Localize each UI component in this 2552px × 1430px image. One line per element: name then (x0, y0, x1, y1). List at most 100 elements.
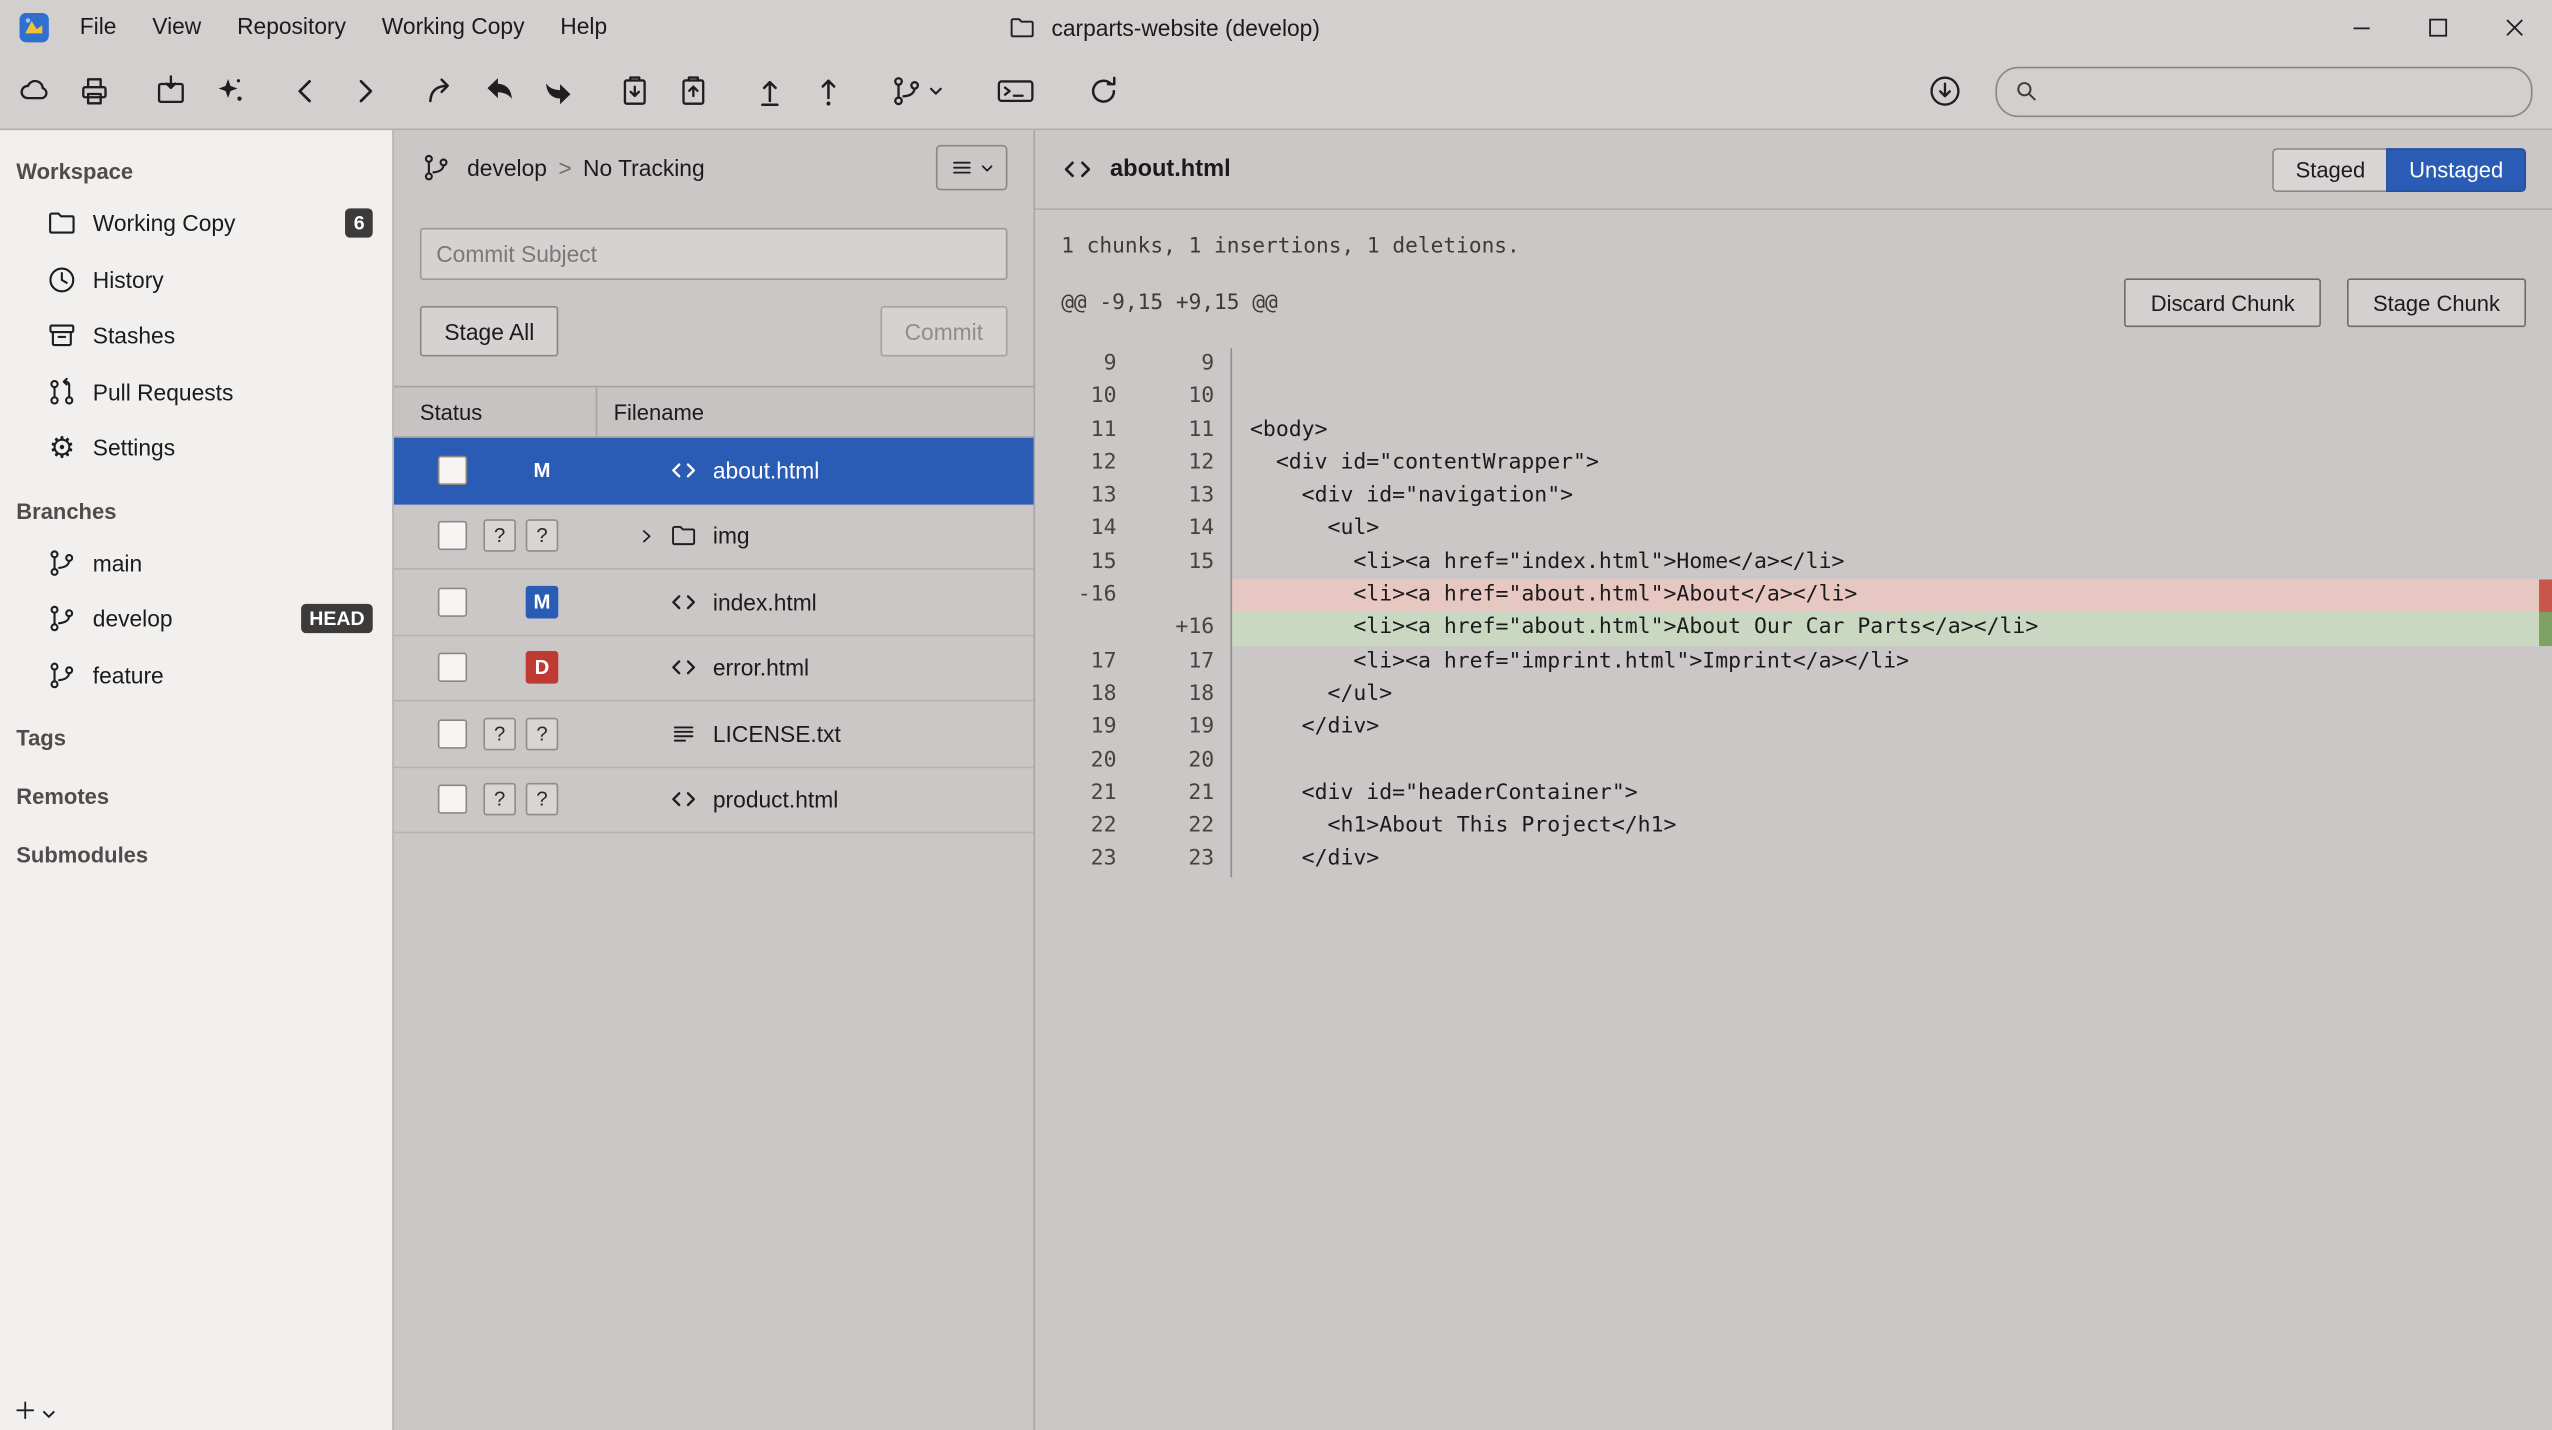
stage-checkbox[interactable] (438, 653, 467, 682)
menu-item[interactable]: View (134, 0, 219, 54)
menu-item[interactable]: File (62, 0, 135, 54)
pull-button[interactable] (470, 63, 529, 118)
folder-icon (669, 521, 698, 550)
status-badge: ? (526, 783, 559, 816)
add-repository-button[interactable] (13, 1398, 57, 1422)
expand-chevron-icon[interactable] (633, 525, 659, 546)
file-name: error.html (713, 655, 809, 681)
submodules-header[interactable]: Submodules (0, 820, 392, 879)
search-box[interactable] (1995, 66, 2532, 116)
refresh-button[interactable] (1074, 63, 1133, 118)
toolbar (0, 54, 2552, 130)
file-cell: error.html (610, 636, 1033, 700)
new-line-number: 21 (1126, 778, 1230, 811)
sidebar-branch-item[interactable]: feature (0, 647, 392, 703)
forward-button[interactable] (335, 63, 394, 118)
sidebar-item[interactable]: Working Copy 6 (0, 195, 392, 251)
file-row[interactable]: M index.html (394, 570, 1034, 636)
chunk-header: @@ -9,15 +9,15 @@ (1061, 291, 1278, 315)
new-line-number: 18 (1126, 679, 1230, 712)
chevron-right-icon (347, 73, 383, 109)
push-all-button[interactable] (799, 63, 858, 118)
terminal-button[interactable] (975, 63, 1056, 118)
diff-line-text: <body> (1230, 414, 2552, 447)
checkout-button[interactable] (412, 63, 471, 118)
sidebar-item[interactable]: Stashes (0, 308, 392, 364)
file-row[interactable]: D error.html (394, 636, 1034, 702)
branch-menu-button[interactable] (876, 63, 957, 118)
menu-item[interactable]: Repository (219, 0, 364, 54)
push-button[interactable] (741, 63, 800, 118)
maximize-button[interactable] (2399, 0, 2475, 54)
tracking-status: No Tracking (583, 155, 705, 181)
diff-line-text (1230, 348, 2552, 381)
window-title-text: carparts-website (develop) (1051, 14, 1320, 40)
diff-line: 17 17 <li><a href="imprint.html">Imprint… (1035, 646, 2552, 679)
branch-name: develop (93, 606, 287, 632)
count-badge: 6 (346, 209, 373, 238)
diff-line-text: <div id="headerContainer"> (1230, 778, 2552, 811)
sparkle-icon (212, 73, 248, 109)
sidebar-item[interactable]: Pull Requests (0, 364, 392, 420)
current-branch: develop (467, 155, 547, 181)
print-button[interactable] (65, 63, 124, 118)
discard-chunk-button[interactable]: Discard Chunk (2125, 278, 2321, 327)
code-file-icon (669, 785, 698, 814)
cloud-button[interactable] (7, 63, 66, 118)
head-badge: HEAD (301, 604, 373, 633)
staged-tab[interactable]: Staged (2273, 147, 2387, 191)
old-line-number: 23 (1035, 844, 1126, 877)
arrow-up-base-icon (752, 73, 788, 109)
minimize-button[interactable] (2323, 0, 2399, 54)
menu-item[interactable]: Help (542, 0, 625, 54)
stage-checkbox[interactable] (438, 455, 467, 484)
stage-all-button[interactable]: Stage All (420, 306, 559, 356)
menu-item[interactable]: Working Copy (364, 0, 543, 54)
fetch-button[interactable] (1916, 63, 1975, 118)
list-options-button[interactable] (936, 145, 1008, 191)
back-button[interactable] (277, 63, 336, 118)
new-line-number: 13 (1126, 480, 1230, 513)
status-badge: ? (483, 717, 516, 750)
file-row[interactable]: ? ? product.html (394, 767, 1034, 833)
clipboard-up-icon (675, 73, 711, 109)
tags-header[interactable]: Tags (0, 703, 392, 762)
status-badges: D (483, 651, 610, 684)
clipboard-down-icon (617, 73, 653, 109)
stash-save-button[interactable] (605, 63, 664, 118)
remotes-header[interactable]: Remotes (0, 762, 392, 821)
unstaged-tab[interactable]: Unstaged (2386, 147, 2526, 191)
merge-button[interactable] (529, 63, 588, 118)
stage-chunk-button[interactable]: Stage Chunk (2347, 278, 2526, 327)
open-repository-button[interactable] (142, 63, 201, 118)
new-line-number: 14 (1126, 513, 1230, 546)
stage-checkbox[interactable] (438, 785, 467, 814)
sidebar-item[interactable]: ⚙ Settings (0, 420, 392, 476)
magic-button[interactable] (200, 63, 259, 118)
status-column-header: Status (394, 387, 596, 436)
close-button[interactable] (2476, 0, 2552, 54)
commit-button[interactable]: Commit (880, 306, 1007, 356)
diff-line: 21 21 <div id="headerContainer"> (1035, 778, 2552, 811)
stage-checkbox[interactable] (438, 521, 467, 550)
file-row[interactable]: M about.html (394, 438, 1034, 504)
sidebar-branch-item[interactable]: main (0, 535, 392, 591)
commit-subject-input[interactable] (420, 228, 1008, 280)
code-file-icon (1061, 153, 1094, 186)
sidebar-item-label: Working Copy (93, 210, 331, 236)
stage-checkbox[interactable] (438, 719, 467, 748)
stash-pop-button[interactable] (664, 63, 723, 118)
stage-checkbox[interactable] (438, 587, 467, 616)
sidebar-branch-item[interactable]: develop HEAD (0, 591, 392, 647)
printer-icon (76, 73, 112, 109)
open-repository-icon (153, 73, 189, 109)
diff-line-text: <li><a href="about.html">About</a></li> (1230, 580, 2552, 613)
sidebar-item[interactable]: History (0, 251, 392, 307)
search-input[interactable] (2051, 77, 2515, 105)
diff-line-text: <ul> (1230, 513, 2552, 546)
file-row[interactable]: ? ? img (394, 504, 1034, 570)
file-row[interactable]: ? ? LICENSE.txt (394, 701, 1034, 767)
new-line-number: +16 (1126, 613, 1230, 646)
new-line-number (1126, 580, 1230, 613)
diff-line-text: <div id="navigation"> (1230, 480, 2552, 513)
